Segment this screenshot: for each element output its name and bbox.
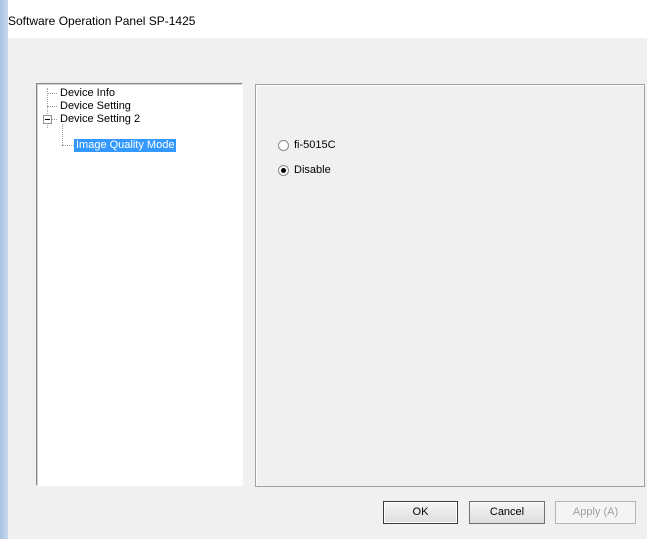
tree-item-device-setting[interactable]: Device Setting xyxy=(58,100,133,113)
ok-button[interactable]: OK xyxy=(383,501,458,524)
cancel-button[interactable]: Cancel xyxy=(469,501,545,524)
radio-button-selected[interactable] xyxy=(278,164,289,176)
settings-tree[interactable]: Device Info Device Setting Device Settin… xyxy=(36,83,243,486)
tree-connector-line xyxy=(62,145,74,147)
radio-button[interactable] xyxy=(278,139,289,151)
tree-connector-line xyxy=(47,106,57,108)
dialog-window: Software Operation Panel SP-1425 Device … xyxy=(0,0,647,539)
tree-connector-line xyxy=(52,119,57,121)
radio-fi-5015c[interactable]: fi-5015C xyxy=(278,139,336,151)
collapse-icon[interactable] xyxy=(43,115,52,124)
radio-label: Disable xyxy=(294,164,331,176)
tree-item-device-setting-2[interactable]: Device Setting 2 xyxy=(58,113,142,126)
radio-disable[interactable]: Disable xyxy=(278,164,331,176)
radio-label: fi-5015C xyxy=(294,139,336,151)
dialog-client-area: Device Info Device Setting Device Settin… xyxy=(8,38,647,539)
tree-item-image-quality-mode[interactable]: Image Quality Mode xyxy=(74,139,177,152)
window-frame-edge xyxy=(0,0,8,539)
window-title: Software Operation Panel SP-1425 xyxy=(8,14,196,28)
options-panel: fi-5015C Disable xyxy=(255,84,645,487)
tree-connector-line xyxy=(62,124,64,145)
title-bar[interactable]: Software Operation Panel SP-1425 xyxy=(8,0,647,38)
tree-connector-line xyxy=(47,93,57,95)
apply-button[interactable]: Apply (A) xyxy=(555,501,636,524)
tree-item-device-info[interactable]: Device Info xyxy=(58,87,117,100)
